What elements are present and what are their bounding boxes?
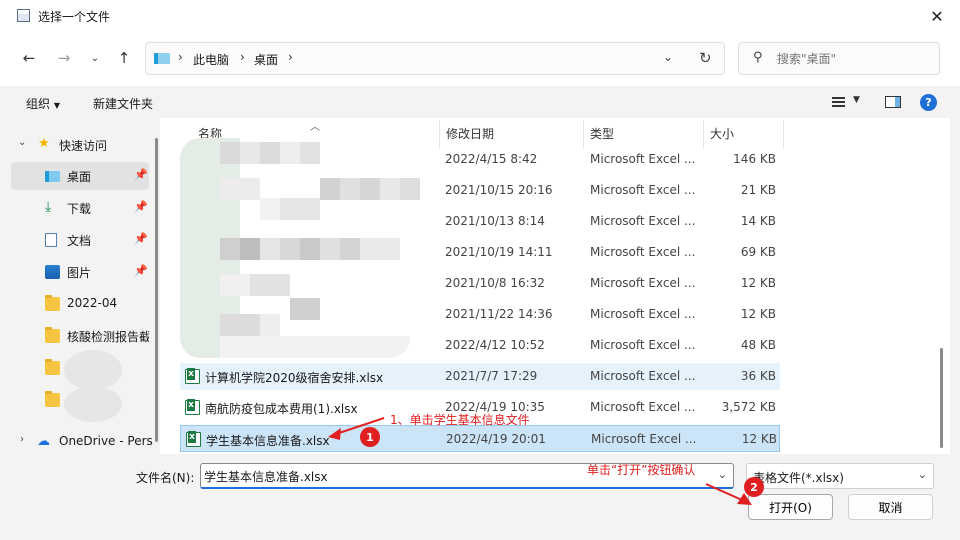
blurred-region bbox=[64, 350, 122, 390]
breadcrumb-this-pc[interactable]: 此电脑 bbox=[193, 51, 229, 68]
table-row[interactable]: 2022/4/15 8:42 Microsoft Excel ... 146 K… bbox=[180, 146, 780, 173]
nav-item-downloads[interactable]: ⤓ 下载 📌 bbox=[11, 194, 149, 222]
preview-pane-icon[interactable] bbox=[885, 96, 901, 108]
search-box[interactable]: ⚲ bbox=[738, 42, 940, 75]
breadcrumb-separator-icon[interactable]: › bbox=[178, 50, 183, 64]
file-type-filter[interactable]: 表格文件(*.xlsx) ⌄ bbox=[746, 463, 934, 489]
view-list-icon[interactable] bbox=[832, 97, 845, 107]
pin-icon: 📌 bbox=[134, 200, 148, 213]
pin-icon: 📌 bbox=[134, 232, 148, 245]
table-row[interactable]: 计算机学院2020级宿舍安排.xlsx 2021/7/7 17:29 Micro… bbox=[180, 363, 780, 390]
picture-icon bbox=[45, 265, 60, 279]
excel-file-icon bbox=[185, 368, 200, 384]
back-arrow-icon[interactable]: ← bbox=[19, 48, 39, 68]
up-arrow-icon[interactable]: ↑ bbox=[114, 48, 134, 68]
star-icon: ★ bbox=[38, 136, 50, 151]
nav-item-desktop[interactable]: 桌面 📌 bbox=[11, 162, 149, 190]
annotation-step1-text: 1、单击学生基本信息文件 bbox=[390, 413, 530, 427]
column-divider[interactable] bbox=[583, 120, 584, 148]
address-dropdown-icon[interactable]: ⌄ bbox=[663, 50, 673, 64]
file-list-scrollbar[interactable] bbox=[940, 348, 943, 448]
recent-locations-chevron-icon[interactable]: ⌄ bbox=[85, 48, 105, 68]
nav-item-onedrive[interactable]: OneDrive - Pers bbox=[59, 434, 153, 448]
nav-item-documents[interactable]: 文档 📌 bbox=[11, 226, 149, 254]
filename-label: 文件名(N): bbox=[136, 471, 195, 485]
chevron-right-icon[interactable]: › bbox=[20, 434, 24, 445]
folder-icon bbox=[45, 295, 60, 311]
column-header-date[interactable]: 修改日期 bbox=[446, 125, 494, 142]
dialog-footer: 文件名(N): ⌄ 表格文件(*.xlsx) ⌄ 打开(O) 取消 bbox=[0, 454, 960, 540]
address-row: ← → ⌄ ↑ › 此电脑 › 桌面 › ⌄ ↻ ⚲ bbox=[0, 32, 960, 86]
file-list: ︿ 名称 修改日期 类型 大小 2022/4/15 8:42 Microsoft… bbox=[160, 118, 950, 454]
breadcrumb-desktop[interactable]: 桌面 bbox=[254, 51, 278, 68]
view-dropdown-icon[interactable]: ▼ bbox=[853, 95, 860, 105]
table-row[interactable]: 2021/10/15 20:16 Microsoft Excel ... 21 … bbox=[180, 177, 780, 204]
folder-icon bbox=[45, 359, 60, 375]
breadcrumb-separator-icon[interactable]: › bbox=[288, 50, 293, 64]
search-icon: ⚲ bbox=[753, 50, 763, 65]
table-row[interactable]: 2021/10/19 14:11 Microsoft Excel ... 69 … bbox=[180, 239, 780, 266]
open-button[interactable]: 打开(O) bbox=[748, 494, 833, 520]
organize-menu[interactable]: 组织 ▼ bbox=[26, 95, 60, 112]
pin-icon: 📌 bbox=[134, 264, 148, 277]
chevron-down-icon[interactable]: ⌄ bbox=[18, 137, 26, 148]
close-icon[interactable]: ✕ bbox=[914, 0, 960, 32]
chevron-down-icon[interactable]: ⌄ bbox=[918, 468, 927, 481]
nav-item-folder-test-report[interactable]: 核酸检测报告截 bbox=[11, 322, 149, 350]
annotation-step2-badge: 2 bbox=[744, 477, 764, 497]
forward-arrow-icon[interactable]: → bbox=[54, 48, 74, 68]
new-folder-button[interactable]: 新建文件夹 bbox=[93, 95, 153, 112]
breadcrumb-separator-icon[interactable]: › bbox=[240, 50, 245, 64]
chevron-down-icon[interactable]: ⌄ bbox=[718, 468, 727, 481]
table-row[interactable]: 2022/4/12 10:52 Microsoft Excel ... 48 K… bbox=[180, 332, 780, 359]
download-icon: ⤓ bbox=[45, 199, 52, 215]
table-row-selected[interactable]: 学生基本信息准备.xlsx 2022/4/19 20:01 Microsoft … bbox=[180, 425, 780, 452]
quick-access-label[interactable]: 快速访问 bbox=[59, 137, 107, 154]
nav-item-pictures[interactable]: 图片 📌 bbox=[11, 258, 149, 286]
column-divider[interactable] bbox=[439, 120, 440, 148]
window-icon bbox=[17, 9, 30, 22]
table-row[interactable]: 2021/11/22 14:36 Microsoft Excel ... 12 … bbox=[180, 301, 780, 328]
cloud-icon: ☁ bbox=[37, 434, 50, 449]
table-row[interactable]: 2021/10/13 8:14 Microsoft Excel ... 14 K… bbox=[180, 208, 780, 235]
desktop-icon bbox=[45, 171, 60, 182]
pin-icon: 📌 bbox=[134, 168, 148, 181]
column-divider[interactable] bbox=[783, 120, 784, 148]
cancel-button[interactable]: 取消 bbox=[848, 494, 933, 520]
document-icon bbox=[45, 233, 57, 247]
column-header-size[interactable]: 大小 bbox=[710, 125, 734, 142]
address-bar[interactable]: › 此电脑 › 桌面 › ⌄ ↻ bbox=[145, 42, 725, 75]
annotation-step2-text: 单击“打开”按钮确认 bbox=[587, 463, 696, 477]
excel-file-icon bbox=[185, 399, 200, 415]
folder-icon bbox=[45, 327, 60, 343]
search-input[interactable] bbox=[777, 50, 927, 68]
help-icon[interactable]: ? bbox=[920, 94, 937, 111]
this-pc-icon bbox=[154, 53, 170, 64]
sort-up-icon: ︿ bbox=[310, 122, 320, 133]
excel-file-icon bbox=[186, 431, 201, 447]
column-divider[interactable] bbox=[703, 120, 704, 148]
window-title: 选择一个文件 bbox=[38, 10, 111, 24]
table-row[interactable]: 2021/10/8 16:32 Microsoft Excel ... 12 K… bbox=[180, 270, 780, 297]
command-bar: 组织 ▼ 新建文件夹 ▼ ? bbox=[0, 86, 960, 118]
folder-icon bbox=[45, 391, 60, 407]
nav-item-folder-2022-04[interactable]: 2022-04 bbox=[11, 290, 149, 318]
blurred-region bbox=[64, 386, 122, 422]
title-bar: 选择一个文件 ✕ bbox=[0, 0, 960, 32]
annotation-step1-badge: 1 bbox=[360, 427, 380, 447]
refresh-icon[interactable]: ↻ bbox=[699, 49, 712, 67]
nav-scrollbar[interactable] bbox=[155, 138, 158, 442]
column-header-type[interactable]: 类型 bbox=[590, 125, 614, 142]
navigation-pane: ⌄ ★ 快速访问 桌面 📌 ⤓ 下载 📌 文档 📌 图片 📌 2022-04 核… bbox=[0, 118, 160, 454]
